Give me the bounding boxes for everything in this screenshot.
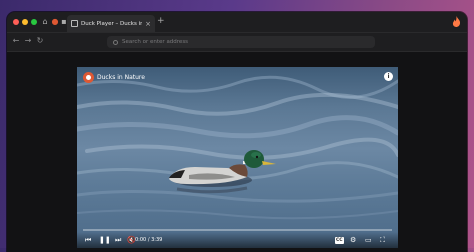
search-icon: [113, 39, 118, 45]
skip-forward-icon[interactable]: ⏭: [115, 236, 121, 244]
page-content: Ducks in Nature i ⏮ ❚❚ ⏭ 🔇 0:00 / 3:39 C…: [7, 52, 467, 252]
pause-icon[interactable]: ❚❚: [99, 236, 111, 244]
new-tab-button[interactable]: +: [157, 16, 165, 26]
address-input[interactable]: [122, 39, 342, 45]
minimize-window-button[interactable]: [22, 19, 28, 25]
video-title: Ducks in Nature: [97, 74, 145, 81]
browser-window: ⌂ ● ▪ Duck Player – Ducks in Nature × + …: [7, 12, 467, 252]
toolbar: ← → ↻: [7, 33, 467, 52]
cc-icon[interactable]: CC: [335, 237, 344, 244]
close-icon[interactable]: ×: [145, 20, 151, 28]
home-icon[interactable]: ⌂: [40, 17, 50, 27]
fire-icon[interactable]: [452, 16, 461, 27]
close-window-button[interactable]: [13, 19, 19, 25]
video-player[interactable]: Ducks in Nature i ⏮ ❚❚ ⏭ 🔇 0:00 / 3:39 C…: [77, 67, 398, 248]
duck-player-icon: [71, 20, 78, 27]
skip-back-icon[interactable]: ⏮: [85, 236, 91, 244]
reload-icon[interactable]: ↻: [35, 36, 45, 45]
address-bar[interactable]: [107, 36, 375, 48]
fullscreen-icon[interactable]: ⛶: [380, 236, 385, 244]
info-icon[interactable]: i: [384, 72, 393, 81]
gear-icon[interactable]: ⚙: [350, 236, 356, 244]
forward-icon[interactable]: →: [23, 36, 33, 45]
title-bar: ⌂ ● ▪ Duck Player – Ducks in Nature × +: [7, 12, 467, 33]
cast-icon[interactable]: ▭: [365, 236, 372, 244]
time-display: 0:00 / 3:39: [135, 237, 163, 243]
zoom-window-button[interactable]: [31, 19, 37, 25]
progress-bar[interactable]: [83, 229, 392, 231]
tab-duck-player[interactable]: Duck Player – Ducks in Nature ×: [67, 15, 155, 32]
back-icon[interactable]: ←: [11, 36, 21, 45]
tab-title: Duck Player – Ducks in Nature: [81, 20, 143, 27]
duckduckgo-logo-icon: [83, 72, 94, 83]
player-controls: ⏮ ❚❚ ⏭ 🔇 0:00 / 3:39 CC ⚙ ▭ ⛶: [77, 232, 398, 248]
video-frame: [77, 75, 398, 220]
